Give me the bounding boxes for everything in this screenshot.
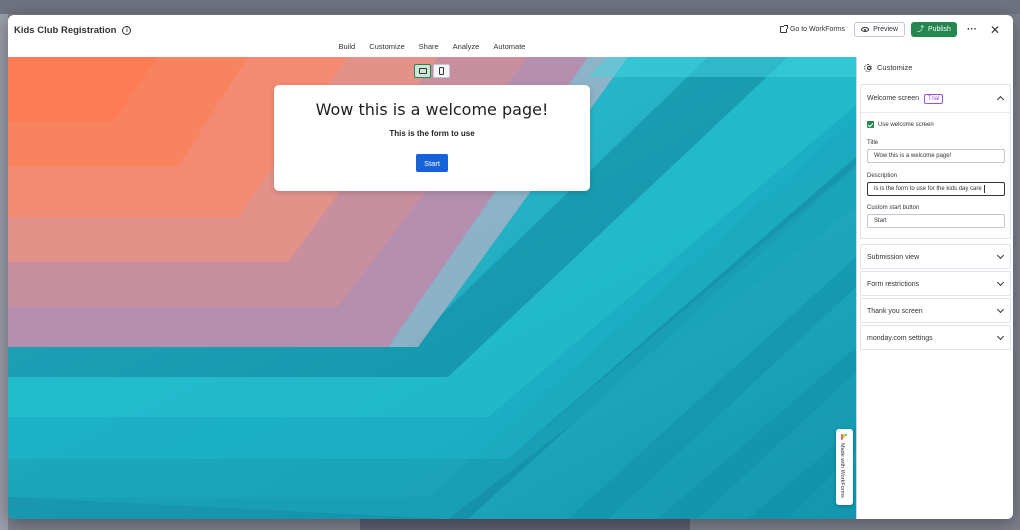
tab-analyze[interactable]: Analyze xyxy=(446,42,487,51)
header-actions: Go to WorkForms Preview ⤴ Publish ··· ✕ xyxy=(777,22,1003,37)
preview-label: Preview xyxy=(873,26,898,33)
submission-view-header[interactable]: Submission view xyxy=(861,245,1010,270)
thank-you-screen-header[interactable]: Thank you screen xyxy=(861,299,1010,324)
form-title: Kids Club Registration xyxy=(14,25,117,36)
use-welcome-screen-row[interactable]: Use welcome screen xyxy=(867,121,934,128)
monday-settings-label: monday.com settings xyxy=(867,335,933,342)
made-with-workforms-badge[interactable]: Made with WorkForms xyxy=(836,429,853,505)
customize-panel: Customize Welcome screen Trial Use welco… xyxy=(856,57,1013,519)
close-icon[interactable]: ✕ xyxy=(987,23,1003,37)
monday-settings-header[interactable]: monday.com settings xyxy=(861,326,1010,351)
chevron-down-icon xyxy=(996,278,1005,287)
form-restrictions-label: Form restrictions xyxy=(867,281,920,288)
title-field-label: Title xyxy=(867,140,879,146)
tab-share[interactable]: Share xyxy=(412,42,446,51)
publish-label: Publish xyxy=(927,26,951,33)
gear-icon xyxy=(864,63,872,72)
title-field-value: Wow this is a welcome page! xyxy=(874,153,952,159)
form-restrictions-section[interactable]: Form restrictions xyxy=(860,271,1011,296)
chevron-down-icon xyxy=(996,305,1005,314)
panel-heading-label: Customize xyxy=(877,63,913,72)
device-view-toggle xyxy=(414,64,450,78)
external-link-icon xyxy=(779,25,788,33)
form-restrictions-header[interactable]: Form restrictions xyxy=(861,272,1010,297)
workforms-logo-icon xyxy=(841,434,847,440)
form-preview-canvas: Wow this is a welcome page! This is the … xyxy=(8,57,856,519)
thank-you-screen-label: Thank you screen xyxy=(867,308,923,315)
welcome-title: Wow this is a welcome page! xyxy=(315,100,549,119)
submission-view-section[interactable]: Submission view xyxy=(860,244,1011,269)
chevron-down-icon xyxy=(996,251,1005,260)
welcome-screen-label: Welcome screen xyxy=(867,95,920,102)
welcome-card: Wow this is a welcome page! This is the … xyxy=(274,85,590,191)
go-to-workforms-label: Go to WorkForms xyxy=(789,26,846,33)
start-button[interactable]: Start xyxy=(416,154,448,172)
custom-start-field-label: Custom start button xyxy=(867,205,920,211)
monday-settings-section[interactable]: monday.com settings xyxy=(860,325,1011,350)
title-field[interactable]: Wow this is a welcome page! xyxy=(867,149,1005,163)
backdrop-top xyxy=(0,0,1020,14)
chevron-down-icon xyxy=(996,332,1005,341)
tab-customize[interactable]: Customize xyxy=(362,42,411,51)
more-options-icon[interactable]: ··· xyxy=(963,24,981,35)
info-icon[interactable]: i xyxy=(122,26,132,35)
share-icon: ⤴ xyxy=(916,26,924,33)
editor-tabs: Build Customize Share Analyze Automate xyxy=(8,42,856,51)
eye-icon xyxy=(861,27,870,32)
made-with-label: Made with WorkForms xyxy=(839,443,845,498)
form-title-area: Kids Club Registration i xyxy=(14,25,132,36)
section-divider xyxy=(861,112,1010,113)
publish-button[interactable]: ⤴ Publish xyxy=(910,22,957,37)
description-field[interactable]: is is the form to use for the kids day c… xyxy=(867,182,1005,196)
custom-start-field[interactable]: Start xyxy=(867,214,1005,228)
desktop-view-button[interactable] xyxy=(414,64,431,78)
desktop-icon xyxy=(418,68,427,74)
text-caret xyxy=(983,185,985,193)
tab-automate[interactable]: Automate xyxy=(486,42,532,51)
tab-build[interactable]: Build xyxy=(332,42,363,51)
use-welcome-screen-checkbox[interactable] xyxy=(867,121,874,128)
description-field-label: Description xyxy=(867,173,898,179)
mobile-icon xyxy=(439,67,444,75)
description-field-value: is is the form to use for the kids day c… xyxy=(874,186,982,192)
submission-view-label: Submission view xyxy=(867,254,920,261)
chevron-up-icon xyxy=(996,95,1005,104)
mobile-view-button[interactable] xyxy=(433,64,450,78)
use-welcome-screen-label: Use welcome screen xyxy=(878,121,934,128)
form-editor-modal: Kids Club Registration i Build Customize… xyxy=(8,15,1013,519)
backdrop-left xyxy=(0,14,8,530)
backdrop-bottom xyxy=(360,518,690,530)
preview-button[interactable]: Preview xyxy=(854,22,905,37)
welcome-screen-section: Welcome screen Trial Use welcome screen … xyxy=(860,84,1011,239)
thank-you-screen-section[interactable]: Thank you screen xyxy=(860,298,1011,323)
trial-badge: Trial xyxy=(924,93,944,104)
welcome-screen-header[interactable]: Welcome screen Trial xyxy=(861,85,1010,112)
panel-heading: Customize xyxy=(864,63,912,72)
modal-header: Kids Club Registration i Build Customize… xyxy=(8,15,1013,57)
go-to-workforms-link[interactable]: Go to WorkForms xyxy=(777,24,848,35)
welcome-description: This is the form to use xyxy=(389,129,475,138)
custom-start-field-value: Start xyxy=(874,218,887,224)
